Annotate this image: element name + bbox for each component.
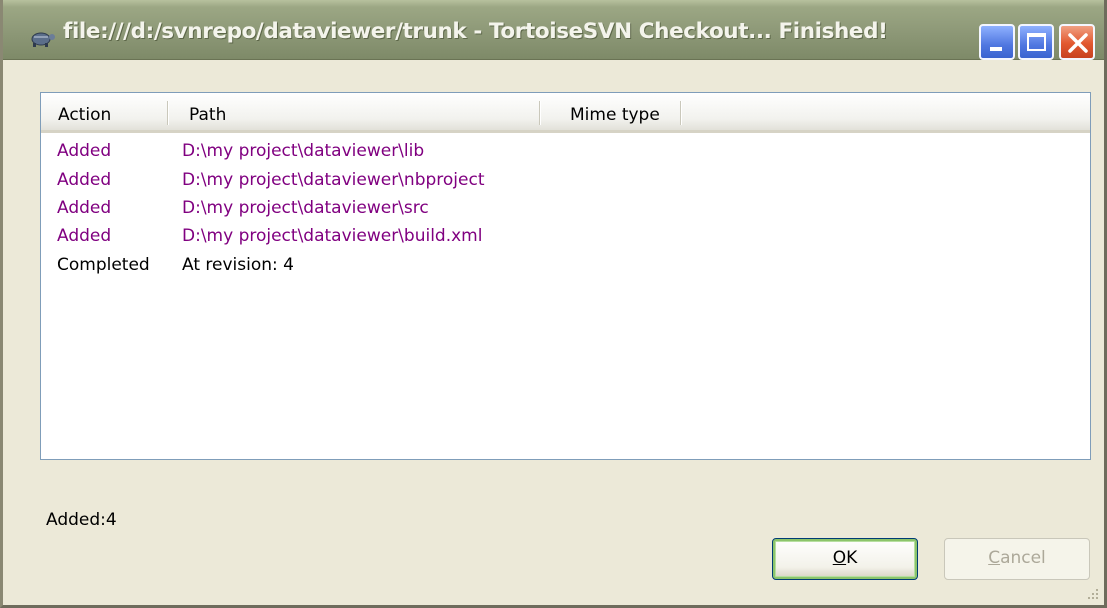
row-path: D:\my project\dataviewer\lib — [182, 141, 425, 161]
list-header: Action Path Mime type — [41, 93, 1090, 133]
column-header-mime-type[interactable]: Mime type — [553, 93, 683, 133]
row-path: At revision: 4 — [182, 255, 294, 275]
list-item[interactable]: Added D:\my project\dataviewer\lib — [41, 137, 1090, 166]
window-title: file:///d:/svnrepo/dataviewer/trunk - To… — [63, 19, 888, 44]
ok-accelerator: O — [832, 548, 847, 568]
close-icon — [1068, 33, 1088, 53]
cancel-button[interactable]: Cancel — [944, 538, 1090, 580]
results-list[interactable]: Action Path Mime type Added D:\my projec… — [40, 92, 1091, 460]
maximize-icon — [1027, 33, 1046, 51]
row-action: Completed — [57, 255, 150, 275]
ok-button[interactable]: OK — [772, 538, 918, 580]
minimize-icon — [990, 47, 1002, 51]
column-divider[interactable] — [167, 101, 169, 125]
row-action: Added — [57, 170, 112, 190]
column-header-path[interactable]: Path — [172, 93, 542, 133]
ok-label: K — [846, 548, 858, 568]
row-path: D:\my project\dataviewer\nbproject — [182, 170, 485, 190]
tortoise-icon — [31, 32, 55, 47]
close-button[interactable] — [1059, 24, 1095, 60]
resize-grip-icon[interactable] — [1084, 585, 1100, 601]
row-path: D:\my project\dataviewer\src — [182, 198, 429, 218]
list-item[interactable]: Added D:\my project\dataviewer\nbproject — [41, 166, 1090, 195]
checkout-dialog: file:///d:/svnrepo/dataviewer/trunk - To… — [0, 0, 1107, 608]
list-item[interactable]: Added D:\my project\dataviewer\build.xml — [41, 222, 1090, 251]
cancel-accelerator: C — [988, 548, 1001, 568]
maximize-button[interactable] — [1018, 24, 1054, 60]
row-action: Added — [57, 198, 112, 218]
list-item[interactable]: Completed At revision: 4 — [41, 251, 1090, 280]
list-item[interactable]: Added D:\my project\dataviewer\src — [41, 194, 1090, 223]
title-bar[interactable]: file:///d:/svnrepo/dataviewer/trunk - To… — [3, 0, 1104, 60]
row-action: Added — [57, 141, 112, 161]
column-divider[interactable] — [539, 101, 541, 125]
row-action: Added — [57, 226, 112, 246]
row-path: D:\my project\dataviewer\build.xml — [182, 226, 483, 246]
summary-text: Added:4 — [46, 510, 117, 530]
column-divider[interactable] — [680, 101, 682, 125]
column-header-action[interactable]: Action — [41, 93, 168, 133]
minimize-button[interactable] — [979, 24, 1015, 60]
cancel-label: ancel — [1000, 548, 1046, 568]
